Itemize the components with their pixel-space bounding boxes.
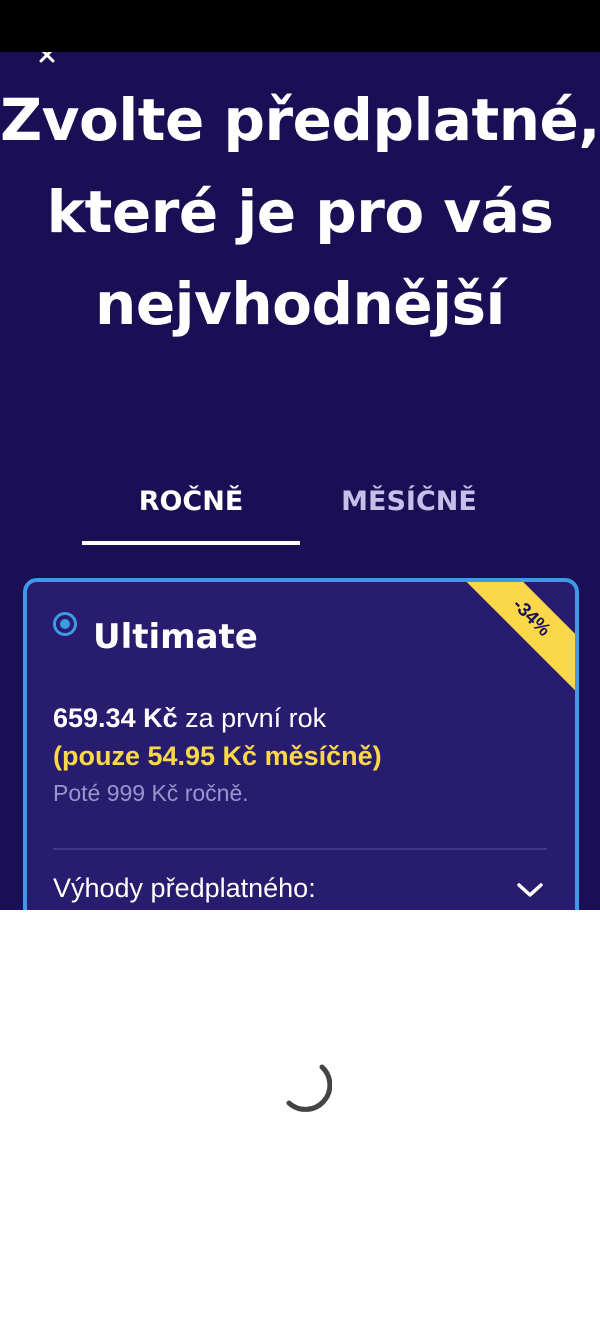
subscription-paywall: Zvolte předplatné, které je pro vás nejv… bbox=[0, 52, 600, 910]
plan-card-ultimate[interactable]: -34% Ultimate 659.34 Kč za první rok (po… bbox=[23, 578, 579, 910]
tab-yearly[interactable]: ROČNĚ bbox=[82, 472, 300, 532]
price-suffix: za první rok bbox=[185, 703, 327, 733]
discount-badge: -34% bbox=[446, 582, 575, 703]
tab-monthly[interactable]: MĚSÍČNĚ bbox=[300, 472, 518, 532]
page-title: Zvolte předplatné, které je pro vás nejv… bbox=[0, 86, 600, 338]
close-icon bbox=[39, 52, 55, 63]
radio-dot bbox=[60, 619, 70, 629]
active-tab-indicator bbox=[82, 541, 300, 545]
loading-sheet bbox=[0, 910, 600, 1333]
billing-period-tabs: ROČNĚ MĚSÍČNĚ bbox=[0, 472, 600, 547]
monthly-price-note: (pouze 54.95 Kč měsíčně) bbox=[53, 741, 382, 771]
status-bar bbox=[0, 0, 600, 52]
renewal-note: Poté 999 Kč ročně. bbox=[53, 780, 249, 806]
price-amount: 659.34 Kč bbox=[53, 703, 178, 733]
plan-name: Ultimate bbox=[93, 617, 258, 657]
loading-spinner-icon bbox=[286, 1064, 332, 1112]
radio-selected-icon[interactable] bbox=[53, 612, 77, 636]
chevron-down-icon bbox=[517, 883, 543, 897]
close-button[interactable] bbox=[30, 52, 64, 68]
price-line: 659.34 Kč za první rok bbox=[53, 700, 326, 736]
divider bbox=[53, 848, 547, 850]
benefits-toggle[interactable]: Výhody předplatného: bbox=[27, 870, 575, 910]
benefits-label: Výhody předplatného: bbox=[53, 873, 316, 903]
